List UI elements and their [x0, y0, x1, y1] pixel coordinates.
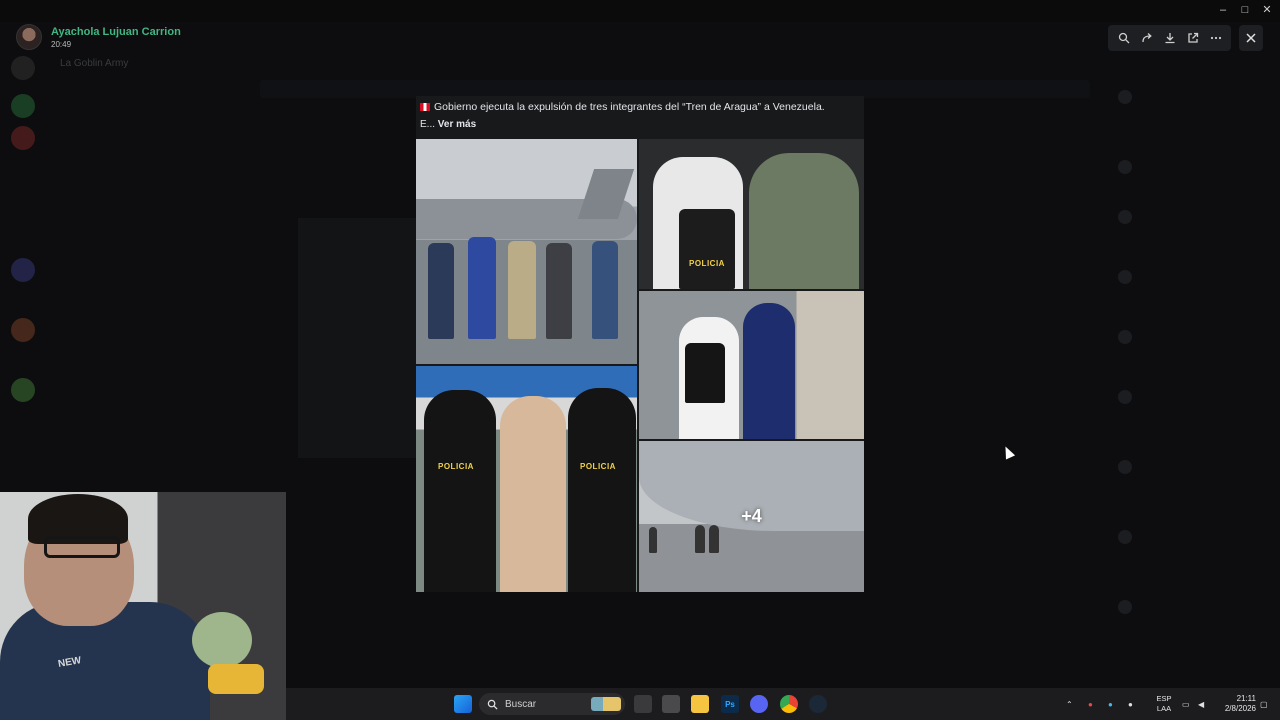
photoshop-icon[interactable]: Ps: [721, 695, 739, 713]
volume-icon[interactable]: ◀: [1198, 688, 1204, 720]
police-label: POLICIA: [438, 462, 474, 471]
webcam-figurine: [192, 612, 252, 668]
chrome-icon[interactable]: [780, 695, 798, 713]
photo-detainee-hallway: [639, 291, 864, 439]
tray-app-icon[interactable]: ●: [1088, 688, 1093, 720]
server-icon[interactable]: [11, 94, 35, 118]
person-figure: [546, 243, 572, 339]
image-viewer-header: Ayachola Lujuan Carrion 20:49: [0, 22, 1280, 54]
language-indicator[interactable]: ESP LAA: [1152, 694, 1176, 714]
person-figure: [428, 243, 454, 339]
police-vest: [685, 343, 725, 403]
more-photos-count[interactable]: +4: [639, 441, 864, 592]
search-highlight-icon: [591, 697, 621, 711]
close-viewer-button[interactable]: [1239, 25, 1263, 51]
detainee-figure: [500, 396, 566, 592]
steam-icon[interactable]: [809, 695, 827, 713]
app-icon[interactable]: [662, 695, 680, 713]
server-rail: [0, 48, 46, 488]
task-view-icon[interactable]: [634, 695, 652, 713]
server-icon[interactable]: [11, 258, 35, 282]
detainee-figure: [749, 153, 859, 289]
photo-plane-tarmac[interactable]: +4: [639, 441, 864, 592]
channel-list: La Goblin Army: [46, 48, 246, 488]
police-label: POLICIA: [580, 462, 616, 471]
post-caption-text: Gobierno ejecuta la expulsión de tres in…: [434, 101, 825, 113]
member-item[interactable]: [1118, 270, 1140, 284]
notification-icon[interactable]: ▢: [1260, 688, 1268, 720]
window-titlebar: – □ ✕: [0, 0, 1280, 22]
window-close-icon[interactable]: ✕: [1261, 4, 1273, 16]
avatar[interactable]: [16, 24, 42, 50]
tray-chevron-icon[interactable]: ⌃: [1066, 688, 1073, 720]
discord-icon[interactable]: [750, 695, 768, 713]
server-icon[interactable]: [11, 126, 35, 150]
forward-icon[interactable]: [1138, 29, 1156, 47]
person-figure: [508, 241, 536, 339]
webcam-glasses: [44, 536, 120, 558]
chat-image-preview: [298, 218, 416, 458]
viewer-toolbar: [1108, 25, 1231, 51]
webcam-figurine-base: [208, 664, 264, 694]
taskbar: Buscar Ps ⌃ ● ● ● ESP LAA ▭ ◀ 21:11 2/8/…: [286, 688, 1280, 720]
search-placeholder: Buscar: [505, 698, 537, 710]
person-figure: [468, 237, 496, 339]
member-item[interactable]: [1118, 330, 1140, 344]
webcam-overlay: NEW: [0, 492, 286, 720]
start-icon[interactable]: [454, 695, 472, 713]
police-label: POLICIA: [689, 259, 725, 268]
clock-date: 2/8/2026: [1224, 704, 1256, 713]
minimize-icon[interactable]: –: [1217, 4, 1229, 16]
detainee-figure: [743, 303, 795, 439]
member-item[interactable]: [1118, 600, 1140, 614]
author-name[interactable]: Ayachola Lujuan Carrion: [51, 26, 181, 38]
officer-figure: [424, 390, 496, 592]
system-clock[interactable]: 21:11 2/8/2026: [1216, 694, 1256, 714]
more-icon[interactable]: [1207, 29, 1225, 47]
keyboard-layout: LAA: [1156, 704, 1172, 713]
officer-figure: [568, 388, 636, 592]
shared-post-image[interactable]: Gobierno ejecuta la expulsión de tres in…: [416, 96, 864, 592]
police-vest: [679, 209, 735, 289]
close-icon: [1246, 33, 1256, 43]
network-icon[interactable]: ▭: [1182, 688, 1190, 720]
search-icon: [487, 699, 498, 710]
download-icon[interactable]: [1161, 29, 1179, 47]
server-name[interactable]: La Goblin Army: [60, 58, 128, 69]
post-caption: Gobierno ejecuta la expulsión de tres in…: [420, 100, 860, 114]
zoom-icon[interactable]: [1115, 29, 1133, 47]
tray-app-icon[interactable]: ●: [1108, 688, 1113, 720]
maximize-icon[interactable]: □: [1239, 4, 1251, 16]
clock-time: 21:11: [1236, 694, 1256, 703]
server-icon[interactable]: [11, 318, 35, 342]
member-list: [1108, 60, 1280, 680]
member-item[interactable]: [1118, 210, 1140, 224]
person-figure: [592, 241, 618, 339]
language-code: ESP: [1156, 694, 1172, 703]
photo-officials-airplane: [416, 139, 637, 364]
member-item[interactable]: [1118, 390, 1140, 404]
taskbar-search[interactable]: Buscar: [479, 693, 625, 715]
member-item[interactable]: [1118, 90, 1140, 104]
photo-police-escort: POLICIA POLICIA: [416, 366, 637, 592]
screen: – □ ✕ La Goblin Army Ayachola Lujuan Car…: [0, 0, 1280, 720]
see-more-row: E... Ver más: [420, 119, 476, 130]
member-item[interactable]: [1118, 160, 1140, 174]
member-item[interactable]: [1118, 530, 1140, 544]
see-more-link[interactable]: Ver más: [438, 119, 476, 130]
caption-truncated: E...: [420, 119, 436, 130]
peru-flag-icon: [420, 103, 430, 111]
member-item[interactable]: [1118, 460, 1140, 474]
open-external-icon[interactable]: [1184, 29, 1202, 47]
server-icon[interactable]: [11, 378, 35, 402]
file-explorer-icon[interactable]: [691, 695, 709, 713]
microphone-icon[interactable]: ●: [1128, 688, 1133, 720]
server-icon[interactable]: [11, 56, 35, 80]
author-timestamp: 20:49: [51, 40, 72, 49]
photo-detainee-interior: POLICIA: [639, 139, 864, 289]
